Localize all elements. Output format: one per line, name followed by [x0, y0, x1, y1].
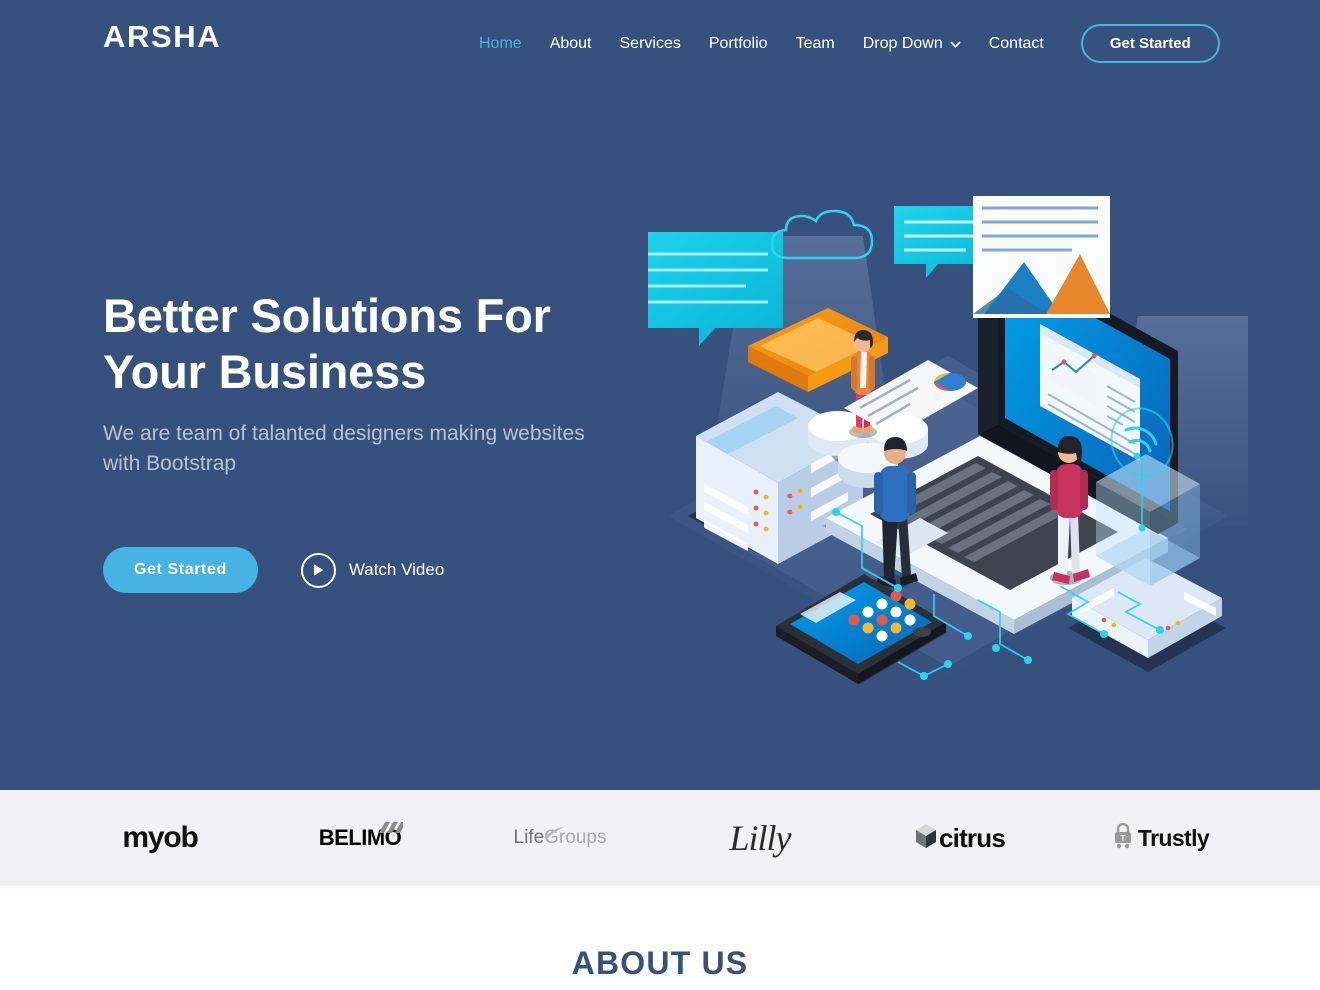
nav-item-about[interactable]: About [536, 31, 606, 57]
citrus-logo: citrus [915, 822, 1006, 854]
trustly-cart-lock-icon: T [1111, 822, 1135, 854]
header-get-started-button[interactable]: Get Started [1080, 24, 1220, 63]
citrus-cube-icon [915, 823, 937, 854]
nav-label-services: Services [619, 34, 681, 52]
main-navigation: Home About Services Portfolio Team Drop … [465, 24, 1220, 63]
nav-item-portfolio[interactable]: Portfolio [695, 31, 782, 57]
nav-label-contact: Contact [988, 34, 1044, 52]
belimo-logo: BELIMO [319, 822, 407, 851]
nav-label-dropdown: Drop Down [862, 34, 943, 52]
chevron-down-icon [950, 39, 961, 50]
svg-text:T: T [1120, 834, 1125, 843]
hero-subtitle: We are team of talanted designers making… [103, 422, 585, 475]
client-logo-lifegroups[interactable]: LifeGroups [485, 808, 635, 868]
about-section: ABOUT US [0, 886, 1320, 990]
trustly-logo: T Trustly [1111, 822, 1210, 854]
nav-label-team: Team [795, 34, 835, 52]
nav-item-contact[interactable]: Contact [975, 31, 1058, 57]
nav-item-dropdown[interactable]: Drop Down [849, 31, 975, 57]
nav-label-home: Home [479, 34, 522, 52]
nav-label-portfolio: Portfolio [708, 34, 768, 52]
lilly-logo: Lilly [729, 818, 791, 858]
belimo-slashes-icon [373, 814, 407, 840]
nav-label-about: About [549, 34, 592, 52]
hero-actions: Get Started Watch Video [103, 547, 623, 593]
nav-item-home[interactable]: Home [465, 31, 536, 57]
client-logo-belimo[interactable]: BELIMO [285, 808, 435, 868]
site-header: ARSHA Home About Services Portfolio Team… [0, 0, 1320, 74]
lifegroups-swoosh-icon [543, 823, 565, 845]
client-logo-lilly[interactable]: Lilly [685, 808, 835, 868]
lifegroups-life-label: Life [513, 827, 545, 848]
hero-title-line1: Better Solutions For [103, 289, 551, 342]
citrus-label: citrus [938, 822, 1006, 853]
hero-section: ARSHA Home About Services Portfolio Team… [0, 0, 1320, 790]
nav-item-services[interactable]: Services [606, 31, 695, 57]
hero-get-started-button[interactable]: Get Started [103, 547, 258, 593]
client-logo-citrus[interactable]: citrus [885, 808, 1035, 868]
lifegroups-logo: LifeGroups [513, 827, 606, 849]
myob-logo: myob [122, 821, 198, 854]
trustly-label: Trustly [1137, 824, 1210, 851]
client-logo-myob[interactable]: myob [85, 808, 235, 868]
play-icon [300, 552, 336, 588]
hero-content: Better Solutions For Your Business We ar… [103, 288, 623, 593]
hero-title-line2: Your Business [103, 345, 427, 398]
clients-section: myob BELIMO LifeGroups Lilly citrus T Tr… [0, 790, 1320, 886]
watch-video-link[interactable]: Watch Video [300, 552, 445, 588]
site-logo[interactable]: ARSHA [103, 21, 221, 53]
hero-title: Better Solutions For Your Business [103, 288, 623, 400]
watch-video-label: Watch Video [348, 560, 445, 579]
hero-illustration [648, 196, 1248, 696]
about-title: ABOUT US [571, 945, 749, 981]
client-logo-trustly[interactable]: T Trustly [1085, 808, 1235, 868]
nav-item-team[interactable]: Team [782, 31, 849, 57]
